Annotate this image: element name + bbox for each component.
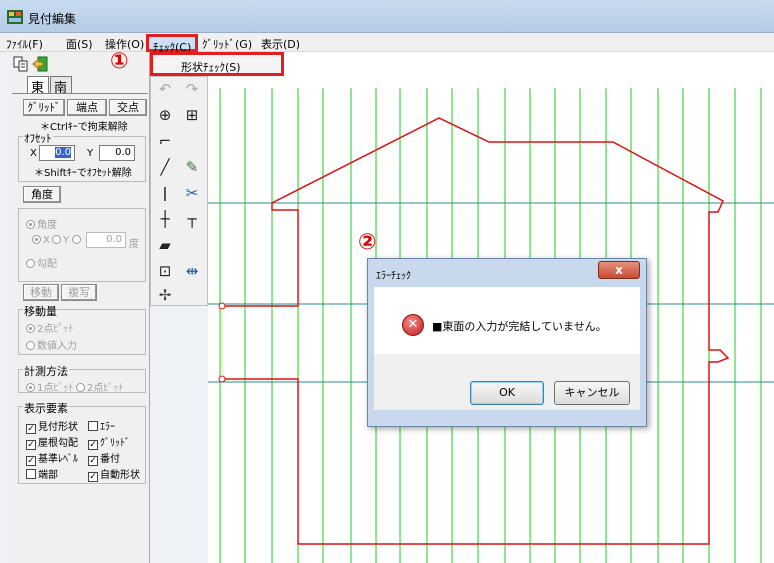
vertical-tool-icon[interactable]: ǀ: [154, 183, 176, 203]
display-title: 表示要素: [23, 400, 69, 416]
display-edge[interactable]: 端部: [26, 466, 58, 481]
offset-title: ｵﾌｾｯﾄ: [23, 130, 53, 146]
measure-title: 計測方法: [23, 363, 69, 379]
zoom-window-icon[interactable]: ⊞: [181, 105, 203, 125]
error-message: ■東面の入力が完結していません。: [432, 320, 607, 333]
error-icon: ✕: [402, 314, 424, 336]
tab-south[interactable]: 南: [50, 76, 72, 96]
app-window: 見付編集 ﾌｧｲﾙ(F) 面(S) 操作(O) ﾁｪｯｸ(C) ｸﾞﾘｯﾄﾞ(G…: [0, 0, 774, 563]
tab-east[interactable]: 東: [27, 76, 49, 96]
slope-option[interactable]: 勾配: [26, 255, 57, 270]
shape-check-menu-item[interactable]: 形状ﾁｪｯｸ(S): [181, 59, 241, 75]
angle-axis-y[interactable]: Y: [52, 235, 69, 246]
copy-icon[interactable]: [13, 56, 29, 72]
redo-icon[interactable]: ↷: [181, 79, 203, 99]
display-shape[interactable]: ✓ 見付形状: [26, 418, 78, 434]
menu-surface[interactable]: 面(S): [66, 36, 93, 52]
shift-hint: ＊Shiftｷｰでｵﾌｾｯﾄ解除: [34, 168, 132, 179]
angle-custom-radio[interactable]: [72, 235, 83, 246]
edit-tool-icon[interactable]: ✎: [181, 157, 203, 177]
open-endpoint-marker: [218, 375, 226, 383]
offset-y-label: Y: [87, 148, 94, 159]
move-cross-icon[interactable]: ✢: [154, 285, 176, 305]
display-auto-shape[interactable]: ✓ 自動形状: [88, 466, 140, 482]
snap-grid-button[interactable]: ｸﾞﾘｯﾄﾞ: [23, 99, 65, 116]
app-icon: [7, 10, 23, 24]
menu-grid[interactable]: ｸﾞﾘｯﾄﾞ(G): [202, 36, 252, 52]
angle-value-input[interactable]: 0.0: [86, 232, 126, 248]
error-check-dialog: ｴﾗｰﾁｪｯｸ x ✕ ■東面の入力が完結していません。 OK キャンセル: [367, 258, 647, 427]
display-grid[interactable]: ✓ ｸﾞﾘｯﾄﾞ: [88, 434, 130, 450]
line-step-icon[interactable]: ⌐: [154, 131, 176, 151]
exit-icon[interactable]: [32, 56, 48, 72]
dialog-body: ✕ ■東面の入力が完結していません。: [374, 287, 640, 354]
move-amount-option1[interactable]: 2点ﾋﾟｯﾄ: [26, 320, 73, 335]
menu-check[interactable]: ﾁｪｯｸ(C): [146, 34, 199, 54]
copy-button[interactable]: 複写: [61, 284, 97, 301]
eraser-icon[interactable]: ▰: [154, 235, 176, 255]
offset-x-label: X: [30, 148, 37, 159]
line-tool-icon[interactable]: ╱: [154, 157, 176, 177]
tee-tool-icon[interactable]: ┬: [181, 209, 203, 229]
move-button[interactable]: 移動: [23, 284, 59, 301]
dialog-title: ｴﾗｰﾁｪｯｸ: [376, 271, 411, 282]
move-amount-title: 移動量: [23, 303, 58, 319]
tab-divider: [12, 93, 148, 94]
ctrl-hint: ＊Ctrlｷｰで拘束解除: [40, 122, 128, 133]
angle-unit: 度: [129, 239, 139, 250]
window-title: 見付編集: [28, 12, 77, 26]
display-error[interactable]: ｴﾗｰ: [88, 418, 115, 433]
snap-endpoint-button[interactable]: 端点: [67, 99, 107, 116]
snap-intersection-button[interactable]: 交点: [109, 99, 147, 116]
step-2-marker: ②: [358, 230, 377, 255]
title-bar: 見付編集: [0, 0, 774, 33]
menu-view[interactable]: 表示(D): [261, 36, 300, 52]
tool-strip: ↶ ↷ ⊕ ⊞ ⌐ ╱ ✎ ǀ ✂ ┼ ┬ ▰ ⊡ ⇹ ✢: [150, 76, 208, 306]
dialog-footer: OK キャンセル: [374, 354, 640, 410]
ok-button[interactable]: OK: [470, 381, 544, 405]
cut-tool-icon[interactable]: ✂: [181, 183, 203, 203]
angle-option[interactable]: 角度: [26, 216, 57, 231]
open-endpoint-marker: [218, 302, 226, 310]
display-numbering[interactable]: ✓ 番付: [88, 450, 120, 466]
left-panel: 東 南 ｸﾞﾘｯﾄﾞ 端点 交点 ＊Ctrlｷｰで拘束解除 ｵﾌｾｯﾄ X 0.…: [10, 52, 150, 563]
display-roof-slope[interactable]: ✓ 屋根勾配: [26, 434, 78, 450]
cancel-button[interactable]: キャンセル: [554, 381, 630, 405]
offset-y-input[interactable]: 0.0: [99, 145, 135, 161]
menu-file[interactable]: ﾌｧｲﾙ(F): [6, 36, 43, 52]
check-menu-dropdown: 形状ﾁｪｯｸ(S): [150, 52, 284, 76]
frame-tool-icon[interactable]: ⊡: [154, 261, 176, 281]
extend-tool-icon[interactable]: ⇹: [181, 261, 203, 281]
measure-option2[interactable]: 2点ﾋﾟｯﾄ: [76, 379, 123, 394]
move-amount-option2[interactable]: 数値入力: [26, 337, 77, 352]
offset-x-input[interactable]: 0.0: [39, 145, 75, 161]
cross-tool-icon[interactable]: ┼: [154, 209, 176, 229]
close-icon[interactable]: x: [598, 261, 640, 279]
display-base-level[interactable]: ✓ 基準ﾚﾍﾞﾙ: [26, 450, 78, 466]
measure-option1[interactable]: 1点ﾋﾟｯﾄ: [26, 379, 73, 394]
angle-axis-x[interactable]: X: [32, 235, 50, 246]
angle-button[interactable]: 角度: [23, 186, 61, 203]
step-1-marker: ①: [110, 49, 129, 74]
undo-icon[interactable]: ↶: [154, 79, 176, 99]
zoom-in-icon[interactable]: ⊕: [154, 105, 176, 125]
